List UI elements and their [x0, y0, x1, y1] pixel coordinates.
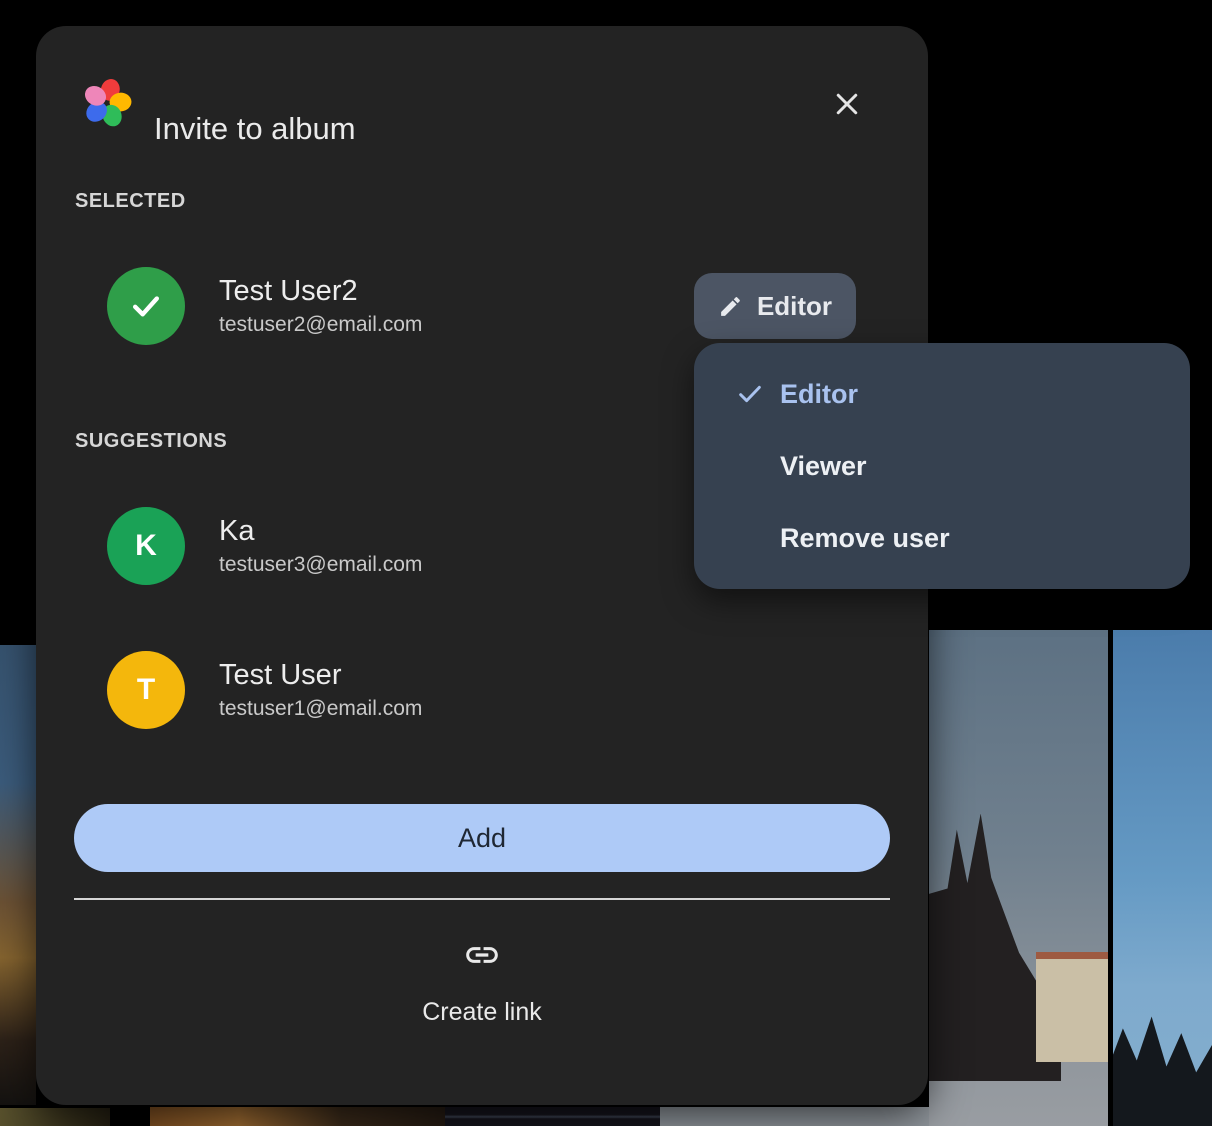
background-photo-gate: [1113, 630, 1212, 1126]
close-icon: [832, 89, 862, 119]
user-email: testuser3@email.com: [219, 554, 422, 576]
selected-user-row[interactable]: Test User2 testuser2@email.com: [107, 267, 422, 345]
menu-item-editor[interactable]: Editor: [694, 358, 1190, 430]
menu-item-label: Remove user: [780, 523, 950, 554]
background-photo-dusk-building: [0, 645, 36, 1105]
selected-user-name: Test User2: [219, 276, 422, 306]
avatar-initial: T: [137, 673, 155, 707]
background-thumb-strip: [0, 1108, 110, 1126]
link-icon[interactable]: [463, 936, 501, 974]
background-thumb-strip: [445, 1107, 660, 1126]
divider: [74, 898, 890, 900]
role-button-label: Editor: [757, 291, 832, 322]
menu-item-remove-user[interactable]: Remove user: [694, 502, 1190, 574]
checkmark-icon: [734, 378, 766, 410]
menu-item-label: Viewer: [780, 451, 867, 482]
create-link-button[interactable]: Create link: [36, 998, 928, 1027]
selected-avatar: [107, 267, 185, 345]
immich-logo-icon: [82, 78, 132, 128]
role-selector-button[interactable]: Editor: [694, 273, 856, 339]
role-dropdown-menu: Editor Viewer Remove user: [694, 343, 1190, 589]
background-photo-church: [929, 630, 1108, 1126]
user-name: Test User: [219, 660, 422, 690]
screen: 20 Invite to album SELECTED: [0, 0, 1212, 1126]
suggestion-user-row[interactable]: K Ka testuser3@email.com: [107, 507, 422, 585]
menu-item-viewer[interactable]: Viewer: [694, 430, 1190, 502]
user-name: Ka: [219, 516, 422, 546]
selected-user-email: testuser2@email.com: [219, 314, 422, 336]
add-button[interactable]: Add: [74, 804, 890, 872]
suggestions-section-label: SUGGESTIONS: [75, 430, 227, 453]
dialog-title: Invite to album: [154, 111, 356, 147]
avatar: K: [107, 507, 185, 585]
menu-item-label: Editor: [780, 379, 858, 410]
suggestion-user-row[interactable]: T Test User testuser1@email.com: [107, 651, 422, 729]
pencil-icon: [718, 294, 743, 319]
selected-section-label: SELECTED: [75, 190, 186, 213]
close-button[interactable]: [825, 82, 869, 126]
background-thumb-strip: [660, 1107, 929, 1126]
user-email: testuser1@email.com: [219, 698, 422, 720]
gate-silhouette: [1113, 1007, 1212, 1126]
cream-building: [1036, 952, 1108, 1061]
check-icon: [126, 286, 166, 326]
avatar: T: [107, 651, 185, 729]
background-thumb-strip: [150, 1107, 445, 1126]
avatar-initial: K: [135, 529, 157, 563]
